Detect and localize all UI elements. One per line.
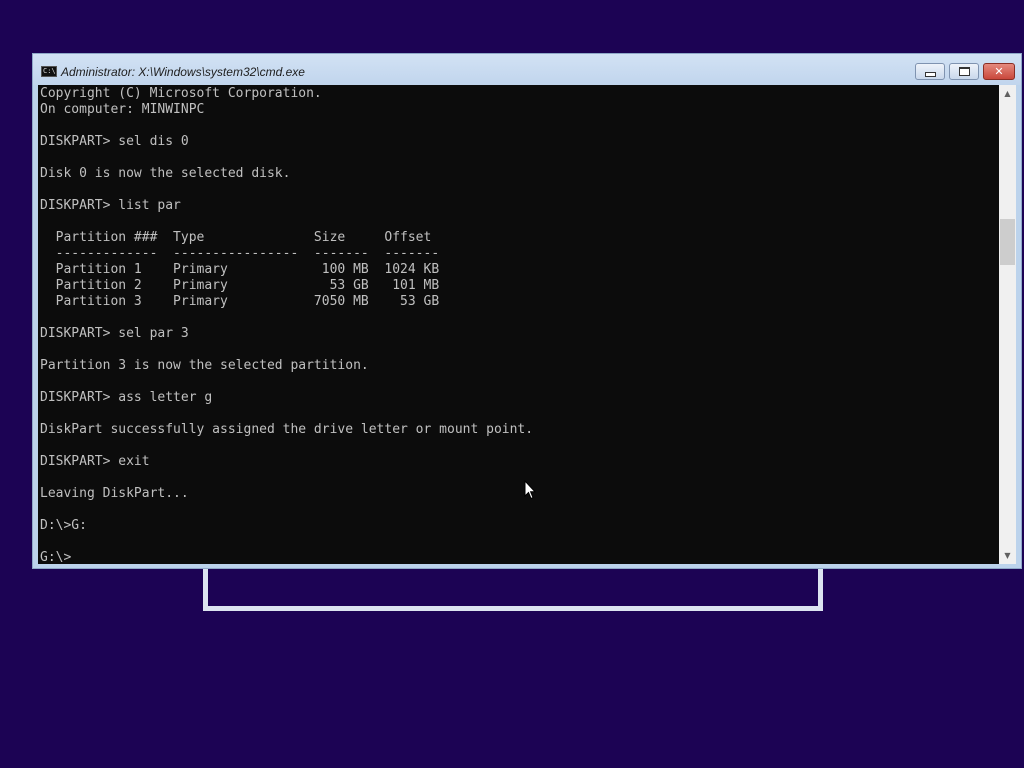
console-line: Disk 0 is now the selected disk. (40, 166, 291, 181)
console-line: Copyright (C) Microsoft Corporation. (40, 86, 322, 101)
minimize-button[interactable] (915, 63, 945, 80)
cmd-icon[interactable]: C:\ (41, 66, 57, 77)
scroll-down-button[interactable]: ▼ (999, 547, 1016, 564)
console-line: Leaving DiskPart... (40, 486, 189, 501)
console-line: Partition 3 is now the selected partitio… (40, 358, 369, 373)
console-line: DISKPART> sel par 3 (40, 326, 189, 341)
console-line: DISKPART> ass letter g (40, 390, 213, 405)
minimize-icon (924, 71, 936, 77)
console-output: Copyright (C) Microsoft Corporation. On … (38, 85, 999, 564)
console-line: D:\>G: (40, 518, 87, 533)
chevron-up-icon: ▲ (1004, 89, 1011, 98)
console-line: On computer: MINWINPC (40, 102, 205, 117)
console-line: G:\> (40, 550, 72, 564)
console-line: DISKPART> list par (40, 198, 181, 213)
console-line: ------------- ---------------- ------- -… (40, 246, 440, 261)
console-line: DISKPART> exit (40, 454, 150, 469)
chevron-down-icon: ▼ (1004, 551, 1011, 560)
title-bar[interactable]: C:\ Administrator: X:\Windows\system32\c… (33, 54, 1021, 85)
close-icon: ✕ (994, 65, 1004, 78)
mouse-pointer-icon (524, 480, 536, 500)
console-area[interactable]: Copyright (C) Microsoft Corporation. On … (38, 85, 999, 564)
maximize-button[interactable] (949, 63, 979, 80)
scroll-up-button[interactable]: ▲ (999, 85, 1016, 102)
console-line: Partition 3 Primary 7050 MB 53 GB (40, 294, 440, 309)
console-line: DISKPART> sel dis 0 (40, 134, 189, 149)
window-title: Administrator: X:\Windows\system32\cmd.e… (61, 65, 305, 79)
maximize-icon (958, 67, 970, 76)
console-line: DiskPart successfully assigned the drive… (40, 422, 534, 437)
vertical-scrollbar[interactable]: ▲ ▼ (999, 85, 1016, 564)
console-line: Partition 2 Primary 53 GB 101 MB (40, 278, 440, 293)
console-line: Partition ### Type Size Offset (40, 230, 432, 245)
setup-window-frame (203, 566, 823, 611)
scroll-thumb[interactable] (1000, 219, 1015, 265)
close-button[interactable]: ✕ (983, 63, 1015, 80)
console-line: Partition 1 Primary 100 MB 1024 KB (40, 262, 440, 277)
